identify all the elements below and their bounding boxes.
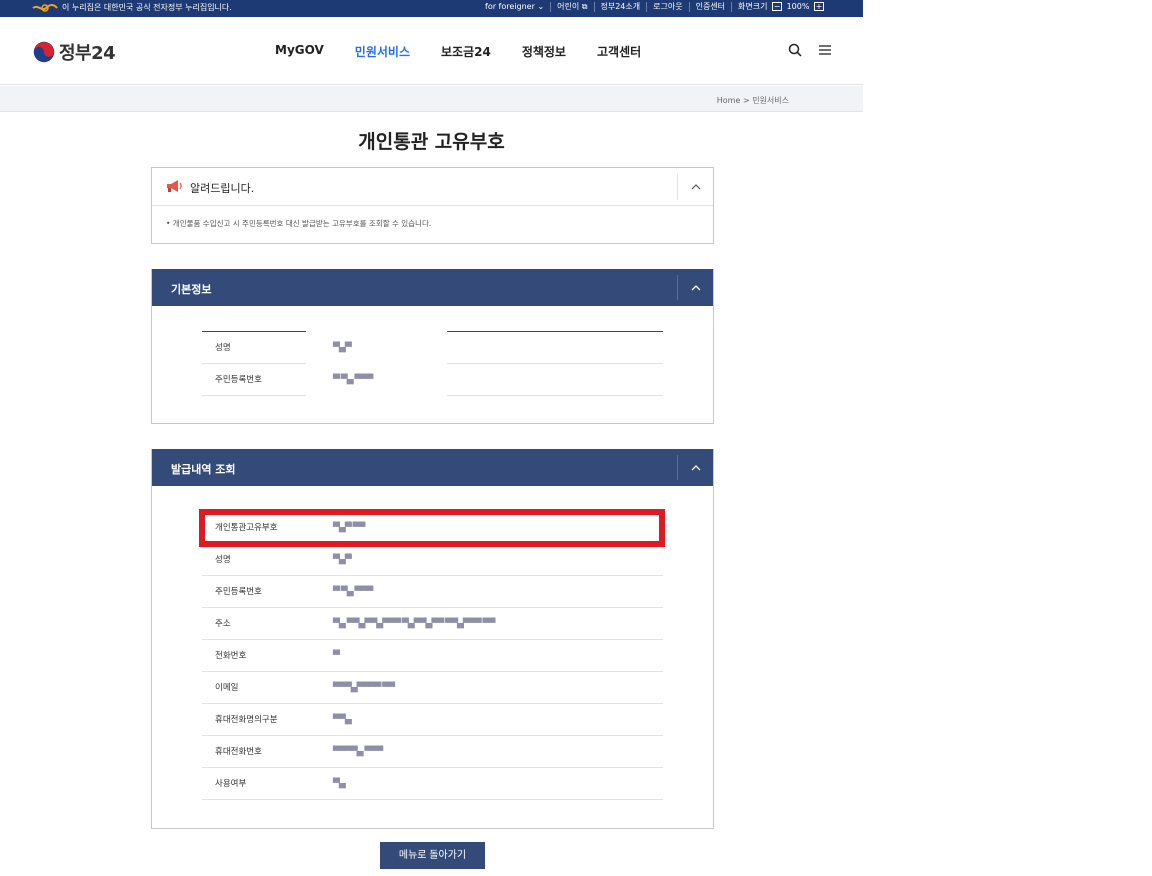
nav-mygov[interactable]: MyGOV xyxy=(275,43,324,60)
table-row: 성명 ▀▄▀ xyxy=(202,332,663,364)
table-row: 성명 ▀▄▀ xyxy=(202,544,663,576)
basic-info-panel: 기본정보 성명 ▀▄▀ 주민등록번호 ▀ ▀▄ ▀▀▀ xyxy=(151,269,714,424)
row-label: 휴대전화명의구분 xyxy=(202,704,306,736)
breadcrumb: Home > 민원서비스 xyxy=(717,95,789,106)
row-value: ▀▀▄ xyxy=(306,704,663,736)
row-label: 전화번호 xyxy=(202,640,306,672)
page-title: 개인통관 고유부호 xyxy=(358,131,505,153)
row-filler xyxy=(447,332,663,364)
chevron-up-icon xyxy=(691,285,701,291)
breadcrumb-separator: > xyxy=(742,96,750,105)
egov-notice[interactable]: 이 누리집은 대한민국 공식 전자정부 누리집입니다. xyxy=(32,2,232,13)
egov-logo-icon xyxy=(32,3,58,12)
table-row: 휴대전화번호 ▀▀▀▀▄ ▀▀▀ xyxy=(202,736,663,768)
table-row: 휴대전화명의구분 ▀▀▄ xyxy=(202,704,663,736)
megaphone-icon xyxy=(167,180,182,192)
zoom-out-button[interactable]: − xyxy=(772,2,783,11)
egov-notice-text: 이 누리집은 대한민국 공식 전자정부 누리집입니다. xyxy=(62,3,232,12)
breadcrumb-current[interactable]: 민원서비스 xyxy=(752,96,789,105)
back-to-menu-button[interactable]: 메뉴로 돌아가기 xyxy=(380,842,485,869)
notice-toggle-button[interactable] xyxy=(677,174,713,200)
row-value: ▀ ▀▄ ▀▀▀ xyxy=(333,375,373,385)
chevron-up-icon xyxy=(691,465,701,471)
table-row: 주소 ▀▄ ▀▀▄▀▀▄▀▀▀ ▀▄▀▀▄▀▀ ▀▀▄▀▀▀ ▀▀ xyxy=(202,608,663,640)
site-logo[interactable]: 정부24 xyxy=(33,39,116,65)
notice-body: • 개인물품 수입신고 시 주민등록번호 대신 발급받는 고유부호를 조회할 수… xyxy=(166,219,432,228)
basic-info-title: 기본정보 xyxy=(171,283,212,296)
row-label: 사용여부 xyxy=(202,768,306,800)
site-header: 정부24 MyGOV 민원서비스 보조금24 정책정보 고객센터 xyxy=(0,17,863,85)
link-kids[interactable]: 어린이 ⧉ xyxy=(550,2,593,12)
row-value: ▀▀▀▀▄ ▀▀▀ xyxy=(306,736,663,768)
issue-history-header: 발급내역 조회 xyxy=(152,449,713,486)
taeguk-logo-icon xyxy=(33,41,55,63)
row-value: ▀ ▀▄ ▀▀▀ xyxy=(306,576,663,608)
issue-history-title: 발급내역 조회 xyxy=(171,463,236,476)
link-logout[interactable]: 로그아웃 xyxy=(646,2,688,12)
table-row: 주민등록번호 ▀ ▀▄ ▀▀▀ xyxy=(202,364,663,396)
main-nav: MyGOV 민원서비스 보조금24 정책정보 고객센터 xyxy=(275,43,641,60)
page: 이 누리집은 대한민국 공식 전자정부 누리집입니다. for foreigne… xyxy=(0,0,863,876)
screen-size-control: 화면크기 − 100% + xyxy=(731,2,832,12)
notice-header: 알려드립니다. xyxy=(152,168,713,206)
row-label: 이메일 xyxy=(202,672,306,704)
table-row: 이메일 ▀▀▀▄▀▀▀▀ ▀▀ xyxy=(202,672,663,704)
zoom-level: 100% xyxy=(786,2,810,11)
search-icon[interactable] xyxy=(788,43,802,57)
top-utility-bar: 이 누리집은 대한민국 공식 전자정부 누리집입니다. for foreigne… xyxy=(0,0,863,17)
issue-history-panel: 발급내역 조회 개인통관고유부호 ▀▄▀ ▀▀ 성명 ▀▄▀ 주민등록번호 ▀ … xyxy=(151,449,714,829)
notice-title: 알려드립니다. xyxy=(190,182,255,195)
link-cert-center[interactable]: 인증센터 xyxy=(688,2,731,12)
nav-policy-info[interactable]: 정책정보 xyxy=(522,43,566,60)
external-link-icon: ⧉ xyxy=(581,2,588,11)
link-about[interactable]: 정부24소개 xyxy=(593,2,647,12)
row-label: 주소 xyxy=(202,608,306,640)
link-for-foreigner[interactable]: for foreigner ⌄ xyxy=(479,2,550,12)
header-icons xyxy=(788,43,832,57)
row-value: ▀▄▀ xyxy=(333,343,352,353)
chevron-down-icon: ⌄ xyxy=(537,2,545,11)
issue-history-toggle-button[interactable] xyxy=(677,455,713,480)
highlight-box xyxy=(199,509,665,547)
breadcrumb-bar: Home > 민원서비스 xyxy=(0,86,863,112)
row-label: 휴대전화번호 xyxy=(202,736,306,768)
nav-subsidy24[interactable]: 보조금24 xyxy=(441,43,491,60)
utility-links: for foreigner ⌄ 어린이 ⧉ 정부24소개 로그아웃 인증센터 화… xyxy=(479,2,832,12)
row-value: ▀ xyxy=(306,640,663,672)
row-label: 성명 xyxy=(202,332,306,364)
row-value: ▀▀▀▄▀▀▀▀ ▀▀ xyxy=(306,672,663,704)
chevron-up-icon xyxy=(691,184,701,190)
basic-info-toggle-button[interactable] xyxy=(677,275,713,300)
row-value: ▀▄ ▀▀▄▀▀▄▀▀▀ ▀▄▀▀▄▀▀ ▀▀▄▀▀▀ ▀▀ xyxy=(306,608,663,640)
nav-customer-center[interactable]: 고객센터 xyxy=(597,43,641,60)
table-row: 전화번호 ▀ xyxy=(202,640,663,672)
row-label: 주민등록번호 xyxy=(202,364,306,396)
basic-info-header: 기본정보 xyxy=(152,269,713,306)
table-row: 주민등록번호 ▀ ▀▄ ▀▀▀ xyxy=(202,576,663,608)
breadcrumb-home[interactable]: Home xyxy=(717,96,741,105)
table-row: 사용여부 ▀▄ xyxy=(202,768,663,800)
notice-box: 알려드립니다. • 개인물품 수입신고 시 주민등록번호 대신 발급받는 고유부… xyxy=(151,167,714,244)
logo-text: 정부24 xyxy=(59,43,116,64)
menu-icon[interactable] xyxy=(818,43,832,57)
row-value: ▀▄▀ xyxy=(306,544,663,576)
screen-size-label: 화면크기 xyxy=(738,2,768,11)
zoom-in-button[interactable]: + xyxy=(814,2,824,11)
row-label: 주민등록번호 xyxy=(202,576,306,608)
row-filler xyxy=(447,364,663,396)
nav-civil-service[interactable]: 민원서비스 xyxy=(355,43,410,60)
row-value: ▀▄ xyxy=(306,768,663,800)
row-label: 성명 xyxy=(202,544,306,576)
